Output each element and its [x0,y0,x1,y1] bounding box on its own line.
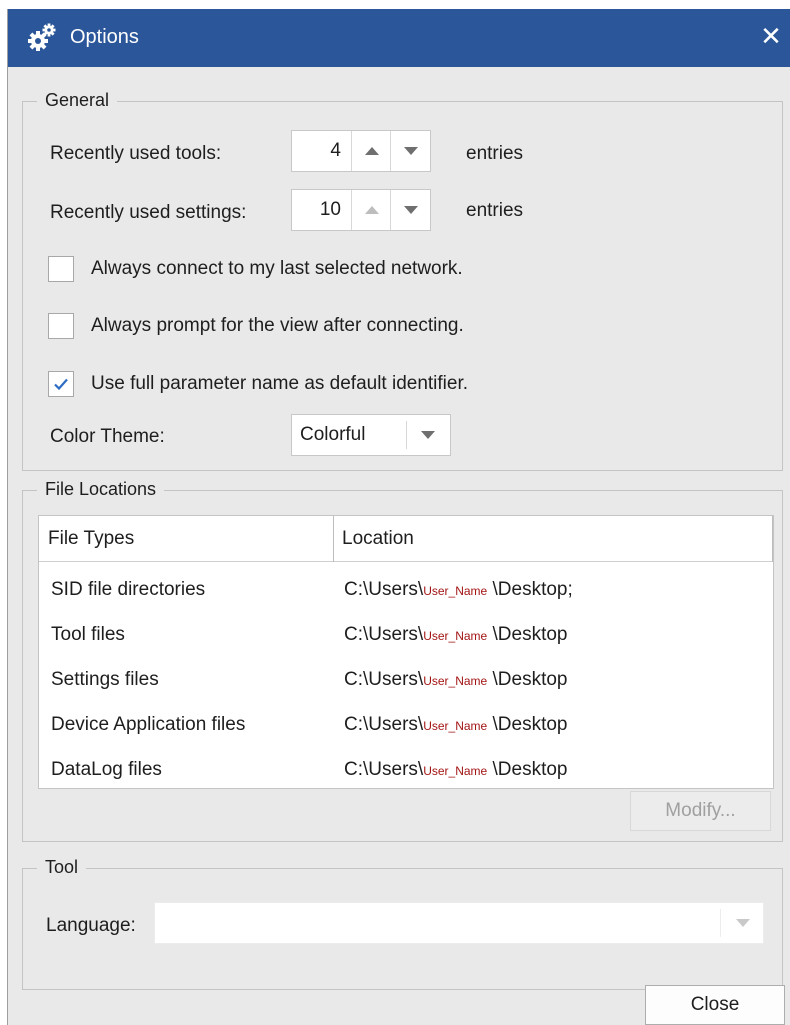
chevron-down-icon [421,431,435,439]
arrow-down-icon [404,206,418,214]
recent-settings-label: Recently used settings: [50,202,247,223]
recent-tools-label: Recently used tools: [50,143,222,164]
prompt-view-checkbox[interactable] [48,313,74,339]
window-title: Options [70,26,139,48]
color-theme-value: Colorful [300,424,366,445]
general-legend: General [37,90,118,111]
color-theme-label: Color Theme: [50,426,165,447]
options-dialog: Options ✕ General Recently used tools: 4… [7,9,790,1025]
location-cell: C:\Users\User_Name \Desktop [344,669,568,690]
file-locations-legend: File Locations [37,479,165,500]
location-cell: C:\Users\User_Name \Desktop [344,624,568,645]
close-icon[interactable]: ✕ [756,21,786,51]
language-dropdown[interactable] [154,902,764,944]
checkmark-icon [54,378,68,391]
location-cell: C:\Users\User_Name \Desktop [344,714,568,735]
arrow-up-icon [364,147,379,155]
table-row[interactable]: SID file directories C:\Users\User_Name … [39,567,773,612]
language-label: Language: [46,915,136,936]
file-type-cell: Tool files [51,624,125,645]
recent-settings-value[interactable]: 10 [292,190,352,230]
connect-last-network-label: Always connect to my last selected netwo… [91,258,463,279]
arrow-down-icon [404,147,418,155]
chevron-down-icon [736,919,750,927]
connect-last-network-checkbox[interactable] [48,256,74,282]
table-header: File Types Location [39,516,773,562]
tool-legend: Tool [37,857,87,878]
column-header-file-types[interactable]: File Types [48,516,134,562]
recent-settings-down-button[interactable] [392,190,430,230]
table-row[interactable]: DataLog files C:\Users\User_Name \Deskto… [39,747,773,792]
prompt-view-label: Always prompt for the view after connect… [91,315,464,336]
file-type-cell: Device Application files [51,714,246,735]
close-button[interactable]: Close [645,985,785,1025]
location-cell: C:\Users\User_Name \Desktop; [344,579,573,600]
recent-tools-up-button[interactable] [353,131,391,171]
recent-tools-value[interactable]: 4 [292,131,352,171]
arrow-up-icon [364,206,379,214]
modify-button[interactable]: Modify... [630,791,771,831]
column-header-location[interactable]: Location [342,516,414,562]
table-row[interactable]: Tool files C:\Users\User_Name \Desktop [39,612,773,657]
recent-tools-stepper[interactable]: 4 [291,130,431,172]
recent-tools-suffix: entries [466,143,524,164]
recent-settings-stepper[interactable]: 10 [291,189,431,231]
full-parameter-name-label: Use full parameter name as default ident… [91,373,469,394]
table-row[interactable]: Settings files C:\Users\User_Name \Deskt… [39,657,773,702]
color-theme-dropdown[interactable]: Colorful [291,414,451,456]
gears-icon [28,23,56,51]
recent-settings-suffix: entries [466,200,524,221]
table-row[interactable]: Device Application files C:\Users\User_N… [39,702,773,747]
recent-tools-down-button[interactable] [392,131,430,171]
file-type-cell: SID file directories [51,579,206,600]
file-type-cell: DataLog files [51,759,162,780]
title-bar: Options ✕ [8,9,790,67]
recent-settings-up-button[interactable] [353,190,391,230]
file-type-cell: Settings files [51,669,159,690]
full-parameter-name-checkbox[interactable] [48,371,74,397]
location-cell: C:\Users\User_Name \Desktop [344,759,568,780]
file-locations-table: File Types Location SID file directories… [38,515,774,789]
